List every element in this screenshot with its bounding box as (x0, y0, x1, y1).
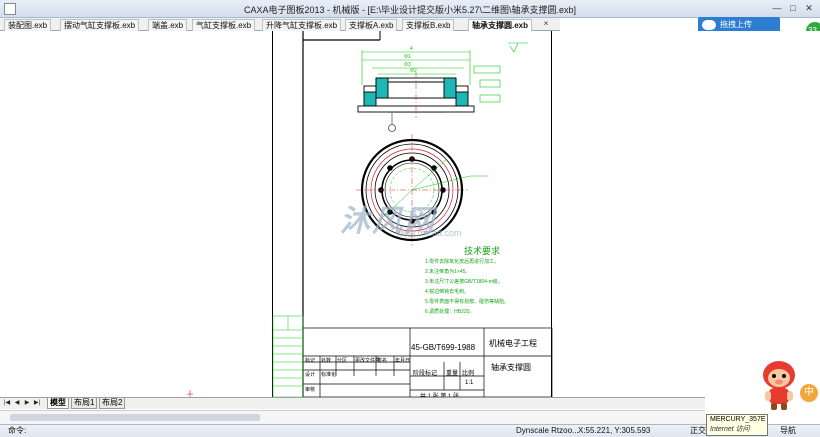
title-block-stage-mark: 阶段标记 (413, 371, 438, 377)
ortho-toggle[interactable]: 正交 (690, 425, 706, 437)
tech-requirements-title: 技术要求 (464, 246, 501, 256)
svg-text:Φ1: Φ1 (404, 54, 411, 60)
svg-text:4: 4 (410, 46, 413, 52)
scrollbar-thumb[interactable] (10, 414, 260, 421)
datum-circle-icon (388, 124, 396, 132)
title-block-header: 年月日 (395, 358, 411, 364)
ucs-origin-icon (187, 390, 193, 397)
tech-requirement-line: 6.调质处理：HB220。 (425, 309, 475, 315)
watermark-url: www.mfcad.com (396, 228, 462, 238)
title-block-role: 标准化 (321, 372, 337, 378)
next-layout-button[interactable]: ▶ (23, 399, 31, 407)
command-prompt[interactable]: 命令: (8, 425, 26, 437)
current-command: Dynscale Rtzoo... (516, 426, 579, 435)
title-block-header: 标记 (305, 358, 316, 364)
mascot-icon[interactable] (756, 355, 802, 411)
horizontal-scrollbar[interactable] (0, 410, 705, 424)
tab-layout-2[interactable]: 布局2 (99, 398, 126, 409)
title-block-part-name: 轴承支撑圆 (491, 363, 531, 372)
tech-requirement-line: 5.零件表面不得有划痕、碰伤等缺陷。 (425, 299, 510, 305)
title-block-weight: 重量 (446, 371, 459, 377)
title-block-role: 审核 (305, 387, 316, 393)
tab-layout-1[interactable]: 布局1 (71, 398, 98, 409)
title-block-header: 分区 (337, 358, 348, 364)
title-block-header: 处数 (321, 358, 332, 364)
title-block-ratio-label: 比例 (462, 371, 475, 377)
title-block-material: 45-GB/T699-1988 (411, 343, 476, 352)
status-bar: 命令: Dynscale Rtzoo... X:55.221, Y:305.59… (0, 424, 820, 437)
tooltip-network-name: MERCURY_357E (710, 416, 766, 423)
title-block-company: 机械电子工程 (489, 339, 537, 348)
title-block-scale: 1:1 (465, 380, 474, 386)
tech-requirement-line: 4.锐边倒钝去毛刺。 (425, 289, 470, 295)
prev-layout-button[interactable]: ◀ (13, 399, 21, 407)
tooltip-access: Internet 访问 (710, 426, 750, 433)
last-layout-button[interactable]: ▶| (33, 399, 41, 407)
first-layout-button[interactable]: |◀ (3, 399, 11, 407)
tech-requirement-line: 3.未注尺寸公差按GB/T1804-m级。 (425, 279, 503, 285)
left-side-table (272, 315, 304, 398)
tab-model[interactable]: 模型 (47, 398, 69, 409)
navigation-toggle[interactable]: 导航 (780, 425, 796, 437)
tech-requirement-line: 1.零件去除氧化皮后再进行加工。 (425, 259, 500, 265)
title-block-header: 签名 (377, 358, 388, 364)
tech-requirement-line: 2.未注倒角为1×45。 (425, 269, 471, 275)
title-block-role: 设计 (305, 372, 316, 378)
network-tooltip: MERCURY_357E Internet 访问 (706, 414, 768, 436)
input-method-button[interactable]: 中 (800, 384, 818, 402)
cursor-coordinates: X:55.221, Y:305.593 (578, 426, 651, 435)
